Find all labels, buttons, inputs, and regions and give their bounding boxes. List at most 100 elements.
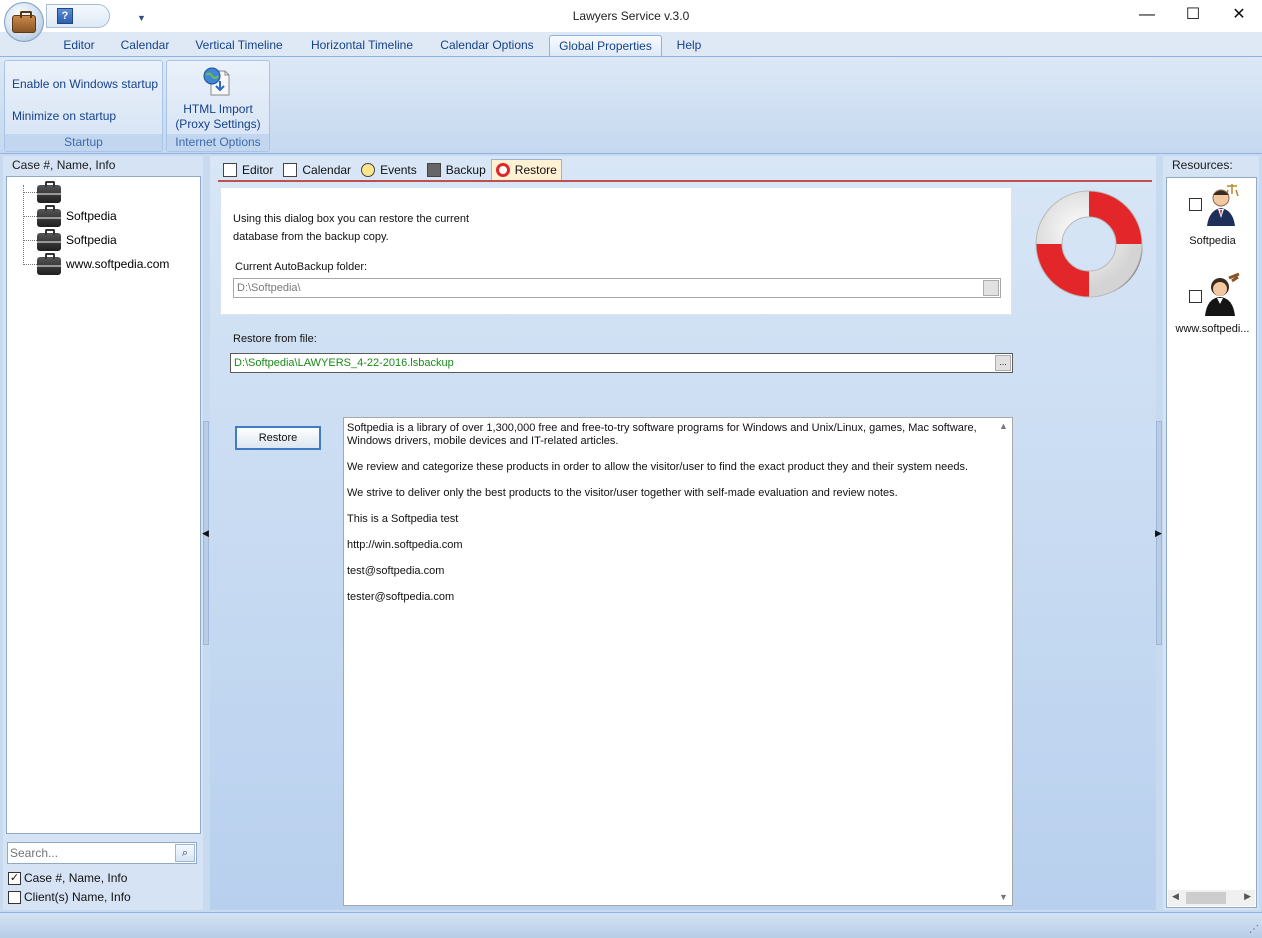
autobackup-folder-field: D:\Softpedia\ [233, 278, 1001, 298]
search-button[interactable]: ⌕ [175, 844, 195, 862]
collapse-left-icon[interactable]: ◀ [202, 528, 209, 539]
events-icon [361, 163, 376, 177]
resources-scrollbar[interactable]: ◀ ▶ [1168, 890, 1255, 906]
filter-client-row[interactable]: Client(s) Name, Info [8, 889, 131, 905]
ribbon-tab-editor[interactable]: Editor [52, 35, 106, 57]
ribbon-group-label: Startup [5, 134, 162, 151]
restore-description: Using this dialog box you can restore th… [233, 213, 470, 243]
ribbon-tab-bar: Editor Calendar Vertical Timeline Horizo… [0, 32, 1262, 57]
scrollbar-thumb[interactable] [1186, 892, 1226, 904]
scroll-right-icon[interactable]: ▶ [1244, 891, 1251, 902]
right-splitter[interactable]: ▶ [1155, 156, 1162, 910]
ribbon-tab-calendar-options[interactable]: Calendar Options [432, 35, 542, 57]
resources-header: Resources: [1172, 158, 1233, 172]
proxy-settings-label: (Proxy Settings) [175, 117, 261, 131]
tree-item[interactable]: Softpedia [23, 204, 117, 227]
ribbon-tab-global-properties[interactable]: Global Properties [549, 35, 662, 57]
scroll-down-icon[interactable]: ▼ [999, 892, 1008, 902]
scroll-left-icon[interactable]: ◀ [1172, 891, 1179, 902]
title-bar: ? ▼ Lawyers Service v.3.0 — ☐ ✕ [0, 0, 1262, 32]
minimize-on-startup-button[interactable]: Minimize on startup [12, 109, 116, 123]
case-list-panel: Case #, Name, Info Softpedia Softpedia w… [3, 156, 203, 910]
restore-button[interactable]: Restore [235, 426, 321, 450]
ribbon-tab-calendar[interactable]: Calendar [112, 35, 178, 57]
resize-grip-icon[interactable]: ⋰ [1249, 924, 1259, 935]
lifebuoy-icon [1035, 190, 1143, 298]
case-tree[interactable]: Softpedia Softpedia www.softpedia.com [6, 176, 201, 834]
case-list-header: Case #, Name, Info [12, 158, 116, 172]
tree-item-label: Softpedia [66, 209, 117, 223]
ribbon-tab-vertical-timeline[interactable]: Vertical Timeline [186, 35, 292, 57]
notes-paragraph: We review and categorize these products … [347, 461, 969, 473]
tab-calendar[interactable]: Calendar [278, 159, 356, 180]
tab-editor[interactable]: Editor [218, 159, 278, 180]
tree-item-label: www.softpedia.com [66, 257, 170, 271]
scroll-up-icon[interactable]: ▲ [999, 421, 1008, 431]
ribbon-body: Enable on Windows startup Minimize on st… [0, 56, 1262, 154]
filter-client-checkbox[interactable] [8, 890, 21, 904]
browse-file-button[interactable]: ... [995, 355, 1011, 371]
tab-backup[interactable]: Backup [422, 159, 491, 180]
resource-checkbox[interactable] [1189, 290, 1202, 303]
lawyer-avatar-icon [1207, 184, 1239, 226]
resource-checkbox[interactable] [1189, 198, 1202, 211]
autobackup-folder-button [983, 280, 999, 296]
briefcase-icon [12, 11, 36, 33]
minimize-button[interactable]: — [1124, 0, 1170, 32]
filter-client-label: Client(s) Name, Info [24, 890, 131, 904]
ribbon-group-internet-options: HTML Import (Proxy Settings) Internet Op… [166, 60, 270, 152]
resources-list: Softpedia www.softpedi... ◀ ▶ [1166, 177, 1257, 908]
tab-events[interactable]: Events [356, 159, 422, 180]
close-button[interactable]: ✕ [1216, 0, 1262, 32]
restore-from-file-label: Restore from file: [233, 333, 317, 345]
resource-label: Softpedia [1189, 235, 1236, 247]
collapse-right-icon[interactable]: ▶ [1155, 528, 1162, 539]
html-import-label: HTML Import [183, 102, 253, 116]
judge-avatar-icon [1205, 272, 1240, 316]
calendar-icon [283, 163, 298, 177]
ribbon-group-startup: Enable on Windows startup Minimize on st… [4, 60, 163, 152]
resource-label: www.softpedi... [1175, 323, 1250, 335]
floppy-disk-icon [426, 163, 441, 177]
ribbon-group-label: Internet Options [167, 134, 269, 151]
editor-icon [223, 163, 237, 177]
briefcase-icon [37, 180, 61, 203]
lifebuoy-icon [495, 163, 510, 177]
notes-scrollbar[interactable]: ▲ ▼ [996, 418, 1012, 905]
notes-textarea[interactable]: Softpedia is a library of over 1,300,000… [343, 417, 1013, 906]
notes-paragraph: tester@softpedia.com [347, 591, 455, 603]
enable-on-startup-button[interactable]: Enable on Windows startup [12, 77, 158, 91]
briefcase-icon [37, 228, 61, 251]
html-import-icon [203, 67, 230, 96]
tree-item[interactable]: Softpedia [23, 228, 117, 251]
status-bar: ⋰ [0, 912, 1262, 938]
maximize-button[interactable]: ☐ [1170, 0, 1216, 32]
ribbon-tab-horizontal-timeline[interactable]: Horizontal Timeline [300, 35, 424, 57]
resource-item[interactable]: www.softpedi... [1167, 270, 1258, 340]
briefcase-icon [37, 252, 61, 275]
filter-case-checkbox[interactable]: ✓ [8, 871, 21, 885]
search-box: ⌕ [7, 842, 197, 864]
main-panel: Editor Calendar Events Backup Restore Us… [210, 156, 1156, 910]
briefcase-icon [37, 204, 61, 227]
resources-panel: Resources: Softpedia www.softpedi... ◀ ▶ [1163, 156, 1259, 910]
notes-paragraph: http://win.softpedia.com [347, 539, 463, 551]
notes-paragraph: Softpedia is a library of over 1,300,000… [347, 422, 977, 447]
restore-from-file-field[interactable]: D:\Softpedia\LAWYERS_4-22-2016.lsbackup … [230, 353, 1013, 373]
autobackup-folder-label: Current AutoBackup folder: [235, 261, 368, 273]
filter-case-row[interactable]: ✓ Case #, Name, Info [8, 870, 127, 886]
search-input[interactable] [10, 844, 170, 862]
tree-item[interactable]: www.softpedia.com [23, 252, 170, 275]
tree-item[interactable] [23, 180, 66, 203]
notes-paragraph: This is a Softpedia test [347, 513, 459, 525]
filter-case-label: Case #, Name, Info [24, 871, 128, 885]
ribbon-tab-help[interactable]: Help [668, 35, 710, 57]
notes-paragraph: test@softpedia.com [347, 565, 445, 577]
window-title: Lawyers Service v.3.0 [572, 9, 690, 23]
tab-restore[interactable]: Restore [490, 159, 562, 180]
application-menu-button[interactable] [4, 2, 44, 42]
restore-info-box: Using this dialog box you can restore th… [220, 187, 1012, 315]
left-splitter[interactable]: ◀ [202, 156, 209, 910]
html-import-button[interactable]: HTML Import (Proxy Settings) [167, 61, 269, 134]
resource-item[interactable]: Softpedia [1167, 180, 1258, 250]
